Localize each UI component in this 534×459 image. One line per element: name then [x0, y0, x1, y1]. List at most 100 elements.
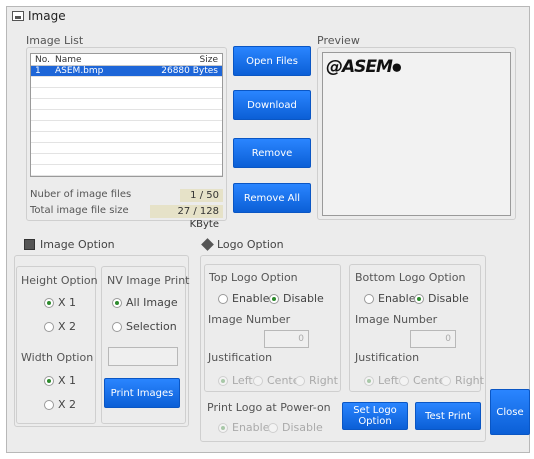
top-left-label: Left — [232, 374, 253, 387]
selection-input[interactable] — [108, 347, 178, 366]
radio-icon — [295, 375, 305, 386]
open-files-button[interactable]: Open Files — [233, 46, 311, 76]
power-enable-option[interactable]: Enable — [218, 421, 269, 434]
radio-icon — [253, 375, 263, 386]
window-title: Image — [12, 9, 66, 23]
preview-logo: @ASEM● — [326, 57, 402, 77]
empty-row — [31, 110, 222, 121]
row-size: 26880 Bytes — [161, 66, 218, 76]
bottom-disable-label: Disable — [428, 292, 469, 305]
nv-all-option[interactable]: All Image — [112, 296, 178, 309]
top-image-number-input[interactable]: 0 — [264, 330, 309, 348]
empty-row — [31, 165, 222, 176]
total-size-value: 27 / 128 KByte — [150, 205, 223, 230]
top-logo-label: Top Logo Option — [209, 271, 298, 284]
top-enable-option[interactable]: Enable — [218, 292, 269, 305]
bottom-justification-label: Justification — [355, 351, 420, 364]
power-on-label: Print Logo at Power-on — [207, 401, 331, 414]
empty-row — [31, 88, 222, 99]
empty-row — [31, 132, 222, 143]
list-header: No. Name Size — [31, 54, 222, 66]
preview-label: Preview — [317, 34, 360, 47]
bottom-right-label: Right — [455, 374, 484, 387]
image-list-label: Image List — [26, 34, 84, 47]
logo-option-label: Logo Option — [217, 238, 284, 251]
bottom-left-option[interactable]: Left — [364, 374, 399, 387]
diamond-icon — [201, 238, 214, 251]
window-title-text: Image — [28, 9, 66, 23]
bottom-image-number-label: Image Number — [355, 313, 438, 326]
image-option-icon — [24, 239, 35, 250]
radio-icon — [44, 297, 54, 308]
set-logo-option-button[interactable]: Set Logo Option — [342, 402, 408, 430]
top-right-label: Right — [309, 374, 338, 387]
radio-icon — [441, 375, 451, 386]
close-button[interactable]: Close — [490, 389, 530, 435]
image-option-title: Image Option — [24, 238, 115, 251]
bottom-enable-option[interactable]: Enable — [364, 292, 415, 305]
radio-icon — [364, 293, 374, 304]
radio-icon — [269, 293, 279, 304]
image-icon — [12, 11, 24, 21]
column-size: Size — [199, 55, 218, 65]
radio-icon — [399, 375, 409, 386]
height-option-label: Height Option — [21, 274, 98, 287]
empty-row — [31, 77, 222, 88]
height-x1-label: X 1 — [58, 296, 77, 309]
bottom-right-option[interactable]: Right — [441, 374, 484, 387]
radio-icon — [218, 422, 228, 433]
image-list[interactable]: No. Name Size 1 ASEM.bmp 26880 Bytes — [30, 53, 223, 177]
top-image-number-label: Image Number — [208, 313, 291, 326]
list-item[interactable]: 1 ASEM.bmp 26880 Bytes — [31, 66, 222, 77]
bottom-logo-label: Bottom Logo Option — [355, 271, 466, 284]
width-option-label: Width Option — [21, 351, 94, 364]
num-files-label: Nuber of image files — [30, 189, 132, 200]
column-name: Name — [55, 55, 82, 65]
radio-icon — [44, 399, 54, 410]
radio-icon — [218, 293, 228, 304]
top-left-option[interactable]: Left — [218, 374, 253, 387]
bottom-enable-label: Enable — [378, 292, 416, 305]
print-images-button[interactable]: Print Images — [104, 378, 180, 408]
height-x2-label: X 2 — [58, 320, 77, 333]
top-disable-label: Disable — [283, 292, 324, 305]
remove-button[interactable]: Remove — [233, 138, 311, 168]
row-no: 1 — [35, 66, 41, 76]
width-x2-label: X 2 — [58, 398, 77, 411]
test-print-button[interactable]: Test Print — [415, 402, 481, 430]
image-option-label: Image Option — [40, 238, 115, 251]
total-size-label: Total image file size — [30, 205, 129, 216]
empty-row — [31, 143, 222, 154]
power-disable-label: Disable — [282, 421, 323, 434]
bottom-disable-option[interactable]: Disable — [414, 292, 469, 305]
top-right-option[interactable]: Right — [295, 374, 338, 387]
top-justification-label: Justification — [208, 351, 273, 364]
radio-icon — [112, 297, 122, 308]
preview-logo-text: @ASEM — [326, 57, 393, 77]
bottom-image-number-input[interactable]: 0 — [410, 330, 456, 348]
radio-icon — [112, 321, 122, 332]
radio-icon — [414, 293, 424, 304]
logo-option-title: Logo Option — [201, 238, 284, 251]
row-name: ASEM.bmp — [55, 66, 104, 76]
power-disable-option[interactable]: Disable — [268, 421, 323, 434]
radio-icon — [364, 375, 374, 386]
top-enable-label: Enable — [232, 292, 270, 305]
width-x2-option[interactable]: X 2 — [44, 398, 76, 411]
empty-row — [31, 99, 222, 110]
bottom-left-label: Left — [378, 374, 399, 387]
radio-icon — [44, 321, 54, 332]
remove-all-button[interactable]: Remove All — [233, 183, 311, 213]
empty-row — [31, 121, 222, 132]
height-x2-option[interactable]: X 2 — [44, 320, 76, 333]
radio-icon — [268, 422, 278, 433]
download-button[interactable]: Download — [233, 90, 311, 120]
num-files-value: 1 / 50 — [180, 189, 223, 202]
height-x1-option[interactable]: X 1 — [44, 296, 76, 309]
top-disable-option[interactable]: Disable — [269, 292, 324, 305]
nv-selection-option[interactable]: Selection — [112, 320, 177, 333]
power-enable-label: Enable — [232, 421, 270, 434]
column-no: No. — [35, 55, 50, 65]
preview-pane: @ASEM● — [322, 52, 511, 216]
width-x1-option[interactable]: X 1 — [44, 374, 76, 387]
